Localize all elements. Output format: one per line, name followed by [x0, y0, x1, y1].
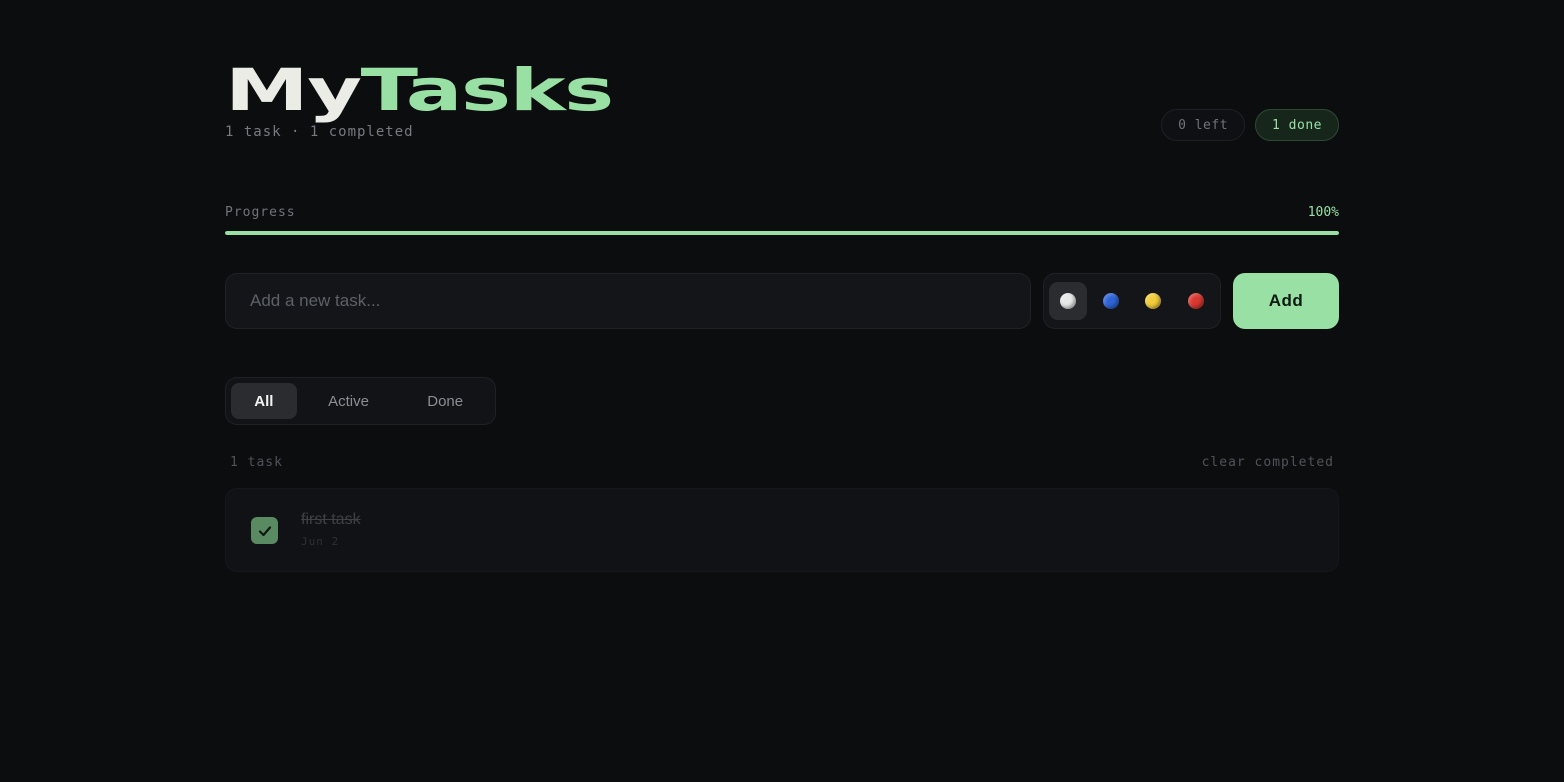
title-part-my: My — [225, 56, 362, 124]
tab-done[interactable]: Done — [400, 383, 490, 419]
color-dot-blue — [1102, 293, 1119, 309]
page-title: MyTasks — [225, 56, 615, 124]
done-count-badge: 1 done — [1255, 109, 1339, 141]
status-badges: 0 left 1 done — [1161, 109, 1339, 141]
color-dot-yellow — [1145, 293, 1162, 309]
color-option-red[interactable] — [1177, 282, 1215, 320]
color-option-white[interactable] — [1049, 282, 1087, 320]
task-summary: 1 task · 1 completed — [225, 124, 414, 140]
new-task-input[interactable] — [225, 273, 1031, 329]
title-part-tasks: Tasks — [360, 56, 615, 124]
new-task-row: Add — [225, 273, 1339, 330]
clear-completed-button[interactable]: clear completed — [1202, 455, 1334, 470]
task-title[interactable]: first task — [301, 511, 361, 529]
progress-bar-fill — [225, 231, 1339, 235]
color-dot-red — [1188, 293, 1205, 309]
header: MyTasks 1 task · 1 completed 0 left 1 do… — [225, 58, 1339, 158]
app-container: MyTasks 1 task · 1 completed 0 left 1 do… — [225, 58, 1339, 572]
task-date: Jun 2 — [301, 535, 340, 548]
list-meta: 1 task clear completed — [225, 455, 1339, 473]
color-picker — [1043, 273, 1221, 329]
task-count: 1 task — [230, 455, 283, 470]
filter-tabs: All Active Done — [225, 377, 496, 425]
progress-percent: 100% — [1307, 205, 1339, 220]
progress-bar — [225, 231, 1339, 235]
progress-label: Progress — [225, 205, 296, 220]
check-icon — [258, 525, 271, 536]
add-task-button[interactable]: Add — [1233, 273, 1339, 329]
color-dot-white — [1059, 293, 1076, 309]
progress-header: Progress 100% — [225, 205, 1339, 225]
color-option-blue[interactable] — [1092, 282, 1130, 320]
color-option-yellow[interactable] — [1135, 282, 1173, 320]
tab-all[interactable]: All — [231, 383, 297, 419]
tab-active[interactable]: Active — [297, 383, 401, 419]
task-checkbox[interactable] — [251, 517, 278, 544]
task-item: first task Jun 2 — [225, 488, 1339, 572]
left-count-badge: 0 left — [1161, 109, 1246, 141]
